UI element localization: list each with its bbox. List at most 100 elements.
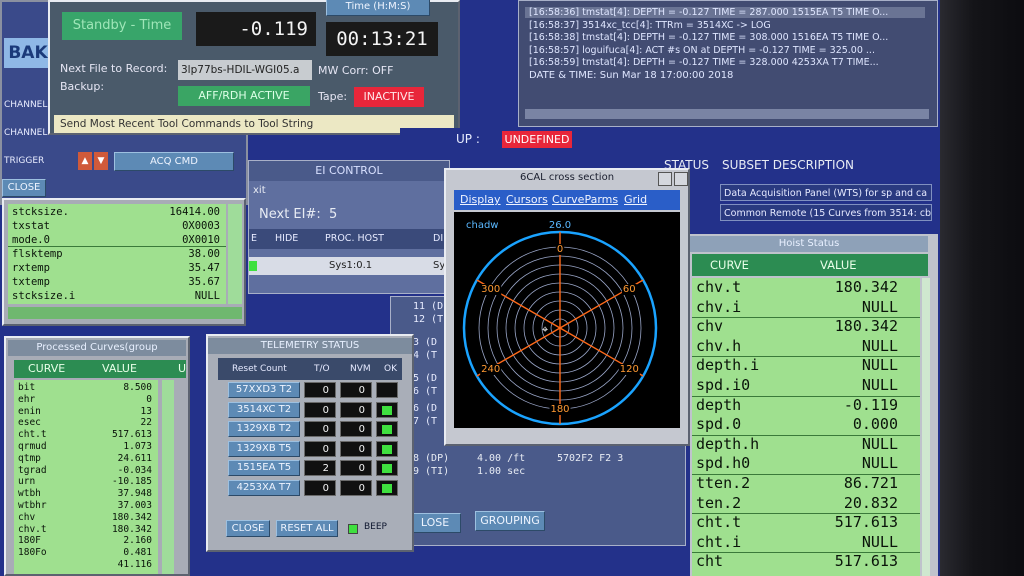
cal-window-close-icon[interactable]: [674, 172, 688, 186]
small-curve-name: stcksize.: [12, 206, 69, 218]
menu-display[interactable]: Display: [460, 190, 501, 210]
exit-menu[interactable]: xit: [253, 185, 266, 196]
processed-curve-name: ehr: [18, 393, 36, 405]
curve-list-row[interactable]: 7 (T: [413, 416, 437, 427]
processed-curve-value: 180.342: [111, 523, 152, 535]
hoist-curve-value: 86.721: [843, 474, 898, 492]
telemetry-tool-button[interactable]: 4253XA T7: [228, 479, 300, 496]
tool-curves-hscrollbar[interactable]: [8, 307, 242, 319]
angle-label: 240: [481, 364, 500, 375]
hoist-curve-name: ten.2: [696, 493, 742, 512]
mw-corr-button[interactable]: MW Corr: OFF: [318, 62, 402, 80]
processed-curve-name: qrmud: [18, 441, 47, 452]
menu-curveparms[interactable]: CurveParms: [552, 190, 618, 210]
telemetry-to-value: 0: [304, 479, 336, 496]
left-close-button[interactable]: CLOSE: [2, 179, 46, 197]
ei-control-window: EI CONTROL xit Next EI#: 5 E HIDE PROC. …: [248, 160, 450, 294]
send-tool-commands-button[interactable]: Send Most Recent Tool Commands to Tool S…: [54, 115, 454, 133]
processed-curve-value: 2.160: [123, 535, 152, 547]
subset-row-1[interactable]: Data Acquisition Panel (WTS) for sp and …: [720, 184, 932, 201]
time-value: 00:13:21: [326, 22, 438, 56]
hoist-status-title: Hoist Status: [690, 236, 928, 252]
trigger-down-arrow-icon[interactable]: ▼: [94, 152, 108, 170]
ei-control-title: EI CONTROL: [249, 161, 449, 181]
ei-row[interactable]: Sys1:0.1 Sy: [249, 257, 449, 275]
small-curve-value: 35.67: [188, 276, 220, 288]
beep-label: BEEP: [364, 522, 387, 532]
processed-curve-name: bit: [18, 382, 36, 393]
curve-list-row[interactable]: 6 (T: [413, 386, 437, 397]
menu-cursors[interactable]: Cursors: [506, 190, 548, 210]
processed-scrollbar[interactable]: [162, 380, 174, 574]
subset-row-2[interactable]: Common Remote (15 Curves from 3514: cb: [720, 204, 932, 221]
curve-name-label: chadw: [466, 220, 499, 231]
menu-grid[interactable]: Grid: [624, 190, 647, 210]
angle-label: 60: [623, 284, 636, 295]
acq-cmd-dropdown[interactable]: ACQ CMD: [114, 152, 234, 171]
hoist-curve-value: 180.342: [834, 317, 898, 336]
hoist-curve-value: NULL: [861, 376, 898, 394]
cursor-icon: ⌖: [542, 323, 548, 336]
hoist-curve-name: chv.h: [696, 336, 742, 355]
telemetry-tool-button[interactable]: 57XXD3 T2: [228, 382, 300, 398]
log-scrollbar[interactable]: [525, 109, 929, 119]
telemetry-ok-box: [376, 460, 398, 476]
curve-list-row[interactable]: 3 (D: [413, 337, 437, 348]
curve-list-row[interactable]: 11 (D: [413, 301, 443, 312]
hoist-curve-name: cht: [696, 552, 724, 571]
processed-curve-value: 180.342: [111, 511, 152, 523]
telemetry-close-button[interactable]: CLOSE: [226, 520, 270, 537]
curve-list-row[interactable]: 5 (D: [413, 373, 437, 384]
curve-list-row[interactable]: 4 (T: [413, 350, 437, 361]
curve-list-close-button[interactable]: LOSE: [409, 513, 461, 533]
telemetry-nvm-value: 0: [340, 460, 372, 476]
reset-all-button[interactable]: RESET ALL: [276, 520, 338, 537]
backup-status: AFF/RDH ACTIVE: [178, 86, 310, 106]
ok-indicator: [382, 425, 392, 434]
telemetry-title: TELEMETRY STATUS: [208, 338, 412, 354]
hoist-status-window: Hoist Status CURVE VALUE chv.t 180.342 chv…: [690, 234, 938, 576]
depth-time-panel: Standby - Time -0.119 Time (H:M:S) 00:13…: [48, 0, 460, 135]
processed-curve-name: qtmp: [18, 452, 41, 464]
channel-label-2: CHANNEL: [4, 128, 48, 138]
ei-col-e: E: [251, 233, 258, 244]
cal-plot-area[interactable]: chadw 26.0 0 60 120 180 240 300 ⌖: [454, 212, 680, 428]
cal-window-button-icon[interactable]: [658, 172, 672, 186]
trigger-up-arrow-icon[interactable]: ▲: [78, 152, 92, 170]
next-ei-label: Next EI#:: [259, 207, 321, 222]
telemetry-tool-button[interactable]: 1329XB T2: [228, 421, 300, 437]
small-curve-value: NULL: [194, 290, 220, 302]
processed-curve-name: urn: [18, 476, 36, 488]
curve-list-row[interactable]: 12 (T: [413, 314, 443, 325]
cal-menubar: Display Cursors CurveParms Grid: [454, 190, 680, 210]
grouping-button[interactable]: GROUPING: [475, 511, 545, 531]
acq-cmd-label: ACQ CMD: [149, 156, 198, 167]
telemetry-tool-button[interactable]: 3514XC T2: [228, 401, 300, 418]
hoist-curve-value: NULL: [861, 297, 898, 316]
telemetry-tool-button[interactable]: 1329XB T5: [228, 440, 300, 457]
tool-curves-scrollbar[interactable]: [228, 204, 242, 304]
processed-curve-value: -0.034: [117, 464, 152, 476]
telemetry-nvm-value: 0: [340, 382, 372, 398]
angle-label: 180: [550, 404, 569, 415]
hoist-scrollbar[interactable]: [922, 278, 930, 576]
telemetry-reset-header: Reset Count: [232, 364, 287, 374]
hoist-curve-name: cht.i: [696, 532, 742, 551]
hoist-curve-name: chv.i: [696, 297, 742, 316]
beep-checkbox[interactable]: [348, 524, 358, 534]
next-file-field[interactable]: 3lp77bs-HDIL-WGI05.a: [178, 60, 312, 80]
cal-title: 6CAL cross section: [519, 172, 615, 183]
ei-row-indicator: [249, 261, 257, 271]
processed-curve-name: wtbhr: [18, 500, 47, 511]
telemetry-nvm-value: 0: [340, 421, 372, 437]
hoist-curve-value: 20.832: [843, 493, 898, 512]
tape-label: Tape:: [318, 90, 348, 103]
telemetry-tool-button[interactable]: 1515EA T5: [228, 460, 300, 476]
processed-curve-name: wtbh: [18, 488, 41, 500]
telemetry-to-value: 0: [304, 421, 336, 437]
time-label[interactable]: Time (H:M:S): [326, 0, 430, 16]
hoist-curve-name: depth: [696, 395, 742, 414]
hoist-curve-name: chv: [696, 317, 724, 336]
curve-list-row[interactable]: 6 (D: [413, 403, 437, 414]
processed-curve-value: 24.611: [117, 452, 152, 464]
